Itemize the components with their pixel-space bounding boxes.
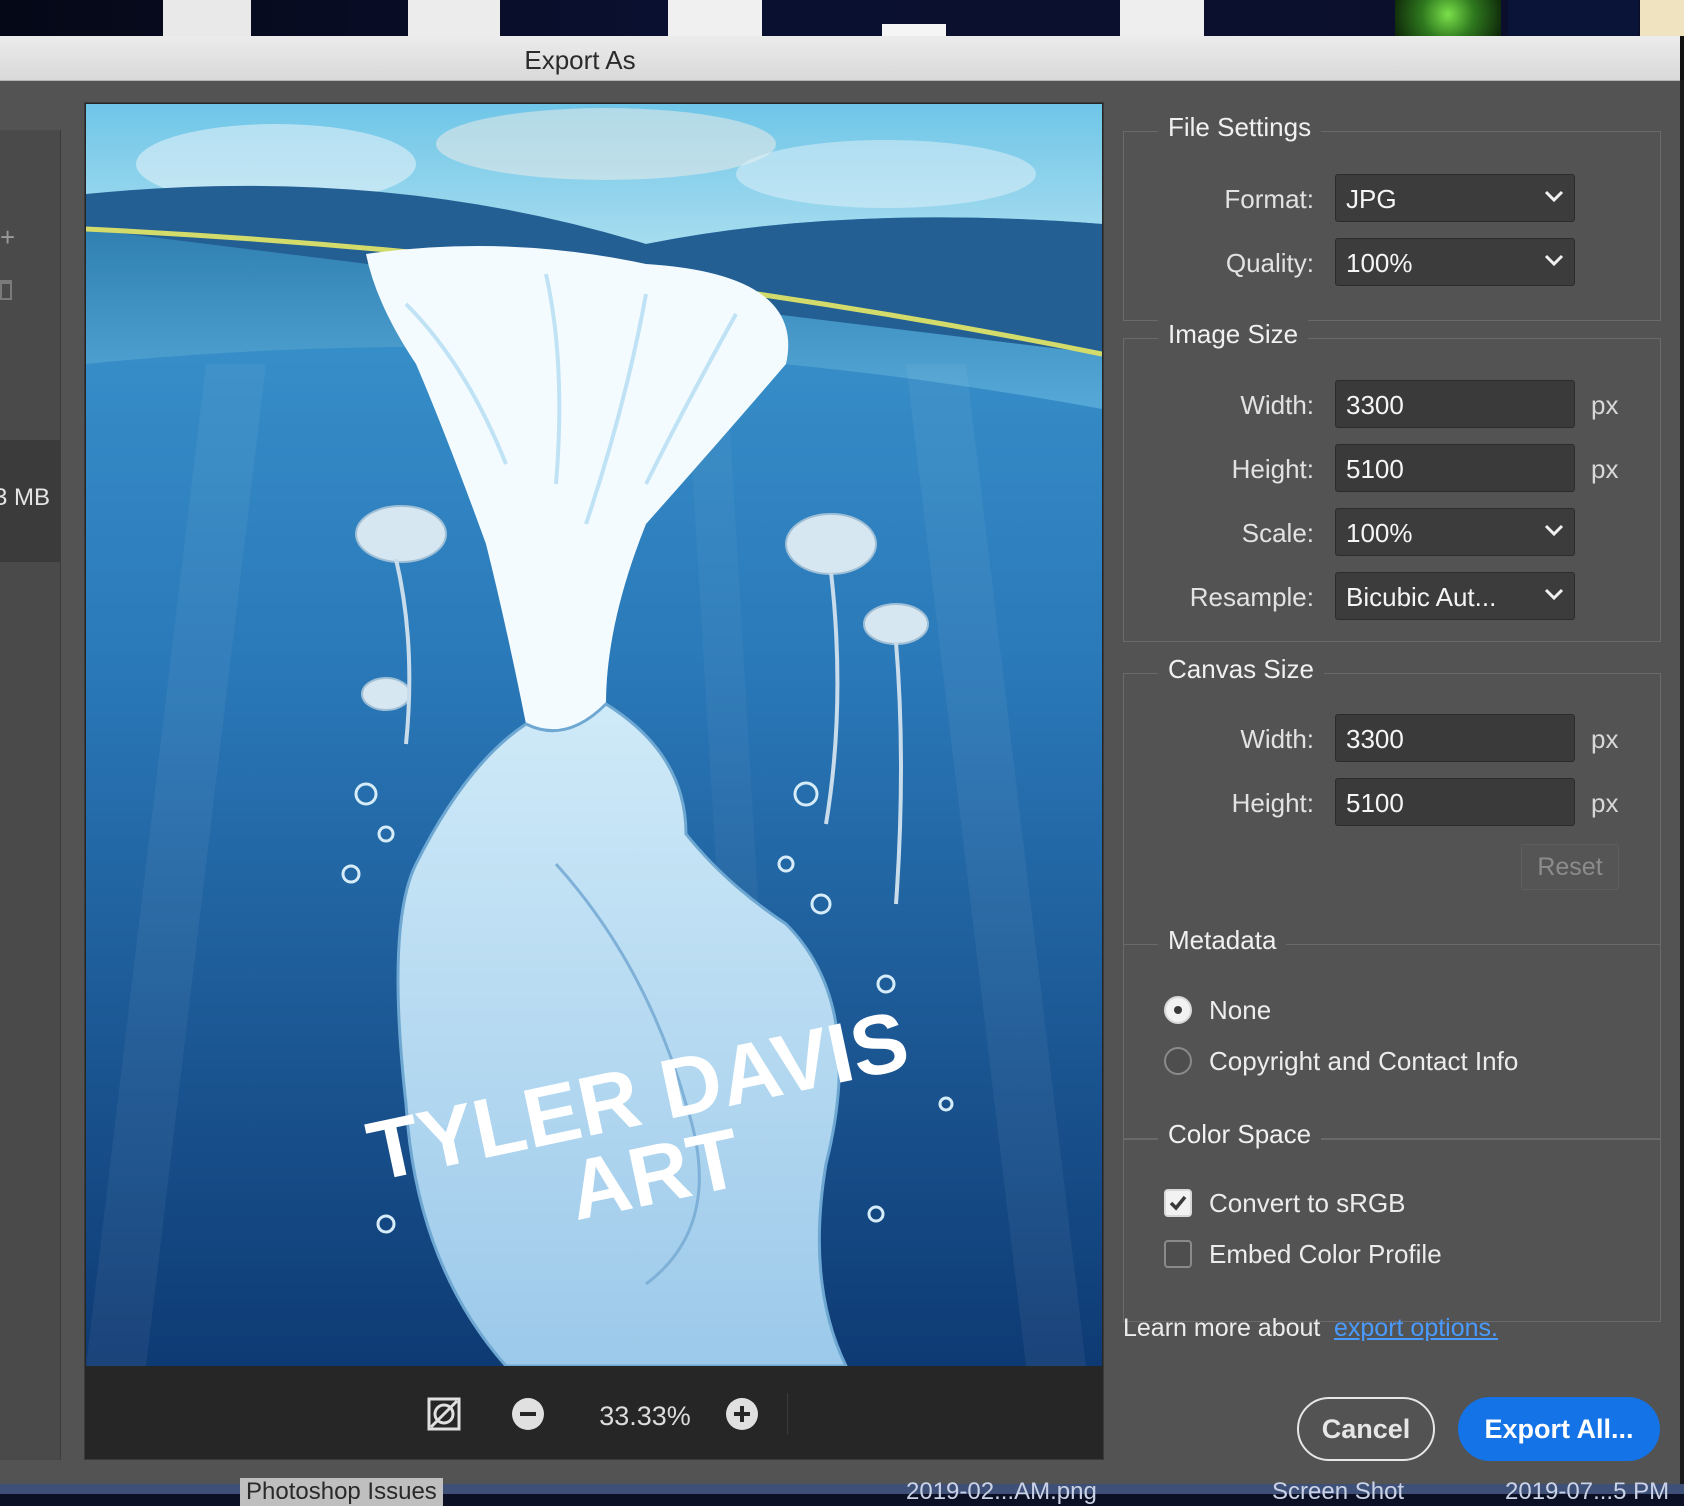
desktop-file-label[interactable]: Screen Shot: [1272, 1478, 1404, 1506]
canvas-size-group: Canvas Size Width: 3300 px Height: 5100 …: [1123, 654, 1661, 945]
desktop-file-label[interactable]: 2019-07...5 PM: [1505, 1478, 1669, 1506]
learn-more-text: Learn more about: [1123, 1314, 1321, 1342]
dialog-titlebar[interactable]: Export As: [0, 36, 1684, 81]
quality-value: 100%: [1346, 248, 1413, 278]
file-settings-title: File Settings: [1158, 112, 1322, 143]
resample-dropdown[interactable]: Bicubic Aut...: [1335, 572, 1575, 620]
cancel-button[interactable]: Cancel: [1297, 1397, 1435, 1461]
resample-value: Bicubic Aut...: [1346, 582, 1497, 612]
desktop-background-bottom: Photoshop Issues 2019-02...AM.png Screen…: [0, 1478, 1684, 1506]
asset-list-item[interactable]: 3 MB: [0, 440, 60, 562]
image-size-title: Image Size: [1158, 319, 1309, 350]
dialog-edge: [1680, 80, 1684, 1484]
chevron-down-icon: [1544, 190, 1564, 203]
desktop-thumbnail[interactable]: [1640, 0, 1684, 36]
image-width-value: 3300: [1346, 390, 1404, 420]
format-dropdown[interactable]: JPG: [1335, 174, 1575, 222]
canvas-size-title: Canvas Size: [1158, 654, 1324, 685]
chevron-down-icon: [1544, 588, 1564, 601]
metadata-copyright-label[interactable]: Copyright and Contact Info: [1209, 1046, 1518, 1077]
scale-value: 100%: [1346, 518, 1413, 548]
image-height-field[interactable]: 5100: [1335, 444, 1575, 492]
asset-sidebar: + 3 MB: [0, 130, 61, 1460]
preview-area: TYLER DAVIS ART 33.33%: [84, 102, 1104, 1460]
image-width-field[interactable]: 3300: [1335, 380, 1575, 428]
toggle-original-icon[interactable]: [427, 1397, 461, 1431]
dialog-title: Export As: [524, 45, 636, 75]
resample-label: Resample:: [1189, 582, 1314, 612]
quality-label: Quality:: [1225, 248, 1314, 278]
color-space-title: Color Space: [1158, 1119, 1322, 1150]
desktop-file-label[interactable]: Photoshop Issues: [240, 1478, 443, 1506]
canvas-width-value: 3300: [1346, 724, 1404, 754]
canvas-width-unit: px: [1591, 724, 1619, 754]
metadata-title: Metadata: [1158, 925, 1287, 956]
metadata-copyright-radio[interactable]: [1164, 1047, 1192, 1075]
format-value: JPG: [1346, 184, 1397, 214]
convert-srgb-label[interactable]: Convert to sRGB: [1209, 1188, 1406, 1219]
canvas-width-label: Width:: [1240, 724, 1314, 754]
image-height-value: 5100: [1346, 454, 1404, 484]
zoom-level: 33.33%: [599, 1401, 691, 1431]
image-width-label: Width:: [1240, 390, 1314, 420]
format-label: Format:: [1224, 184, 1314, 214]
desktop-thumbnail[interactable]: [1120, 0, 1204, 36]
chevron-down-icon: [1544, 254, 1564, 267]
desktop-thumbnail[interactable]: [408, 0, 500, 36]
desktop-thumbnail[interactable]: [163, 0, 251, 36]
zoom-out-icon[interactable]: [511, 1397, 545, 1431]
canvas-height-field[interactable]: 5100: [1335, 778, 1575, 826]
asset-file-size: 3 MB: [0, 484, 51, 511]
artwork-illustration: TYLER DAVIS ART: [86, 104, 1102, 1366]
quality-dropdown[interactable]: 100%: [1335, 238, 1575, 286]
titlebar-edge: [1680, 36, 1684, 80]
scale-dropdown[interactable]: 100%: [1335, 508, 1575, 556]
export-all-button[interactable]: Export All...: [1458, 1397, 1660, 1461]
trash-icon[interactable]: [0, 280, 12, 300]
preview-toolbar: 33.33%: [85, 1367, 1103, 1459]
embed-color-profile-label[interactable]: Embed Color Profile: [1209, 1239, 1442, 1270]
metadata-none-label[interactable]: None: [1209, 995, 1271, 1026]
color-space-group: Color Space Convert to sRGB Embed Color …: [1123, 1119, 1661, 1322]
add-asset-icon[interactable]: +: [0, 222, 15, 253]
chevron-down-icon: [1544, 524, 1564, 537]
desktop-thumbnail[interactable]: [1508, 0, 1638, 36]
desktop-thumbnail[interactable]: [882, 24, 946, 36]
export-as-dialog: Export As + 3 MB TYLER DAVIS ART 33.33% …: [0, 36, 1684, 1484]
canvas-width-field[interactable]: 3300: [1335, 714, 1575, 762]
canvas-height-unit: px: [1591, 788, 1619, 818]
convert-srgb-checkbox[interactable]: [1164, 1189, 1192, 1217]
desktop-background-top: [0, 0, 1684, 36]
file-settings-group: File Settings Format: JPG Quality: 100%: [1123, 112, 1661, 321]
metadata-none-radio[interactable]: [1164, 996, 1192, 1024]
checkmark-icon: [1169, 1195, 1187, 1211]
image-width-unit: px: [1591, 390, 1619, 420]
canvas-height-label: Height:: [1231, 788, 1314, 818]
export-options-link[interactable]: export options.: [1334, 1314, 1498, 1343]
desktop-file-label[interactable]: 2019-02...AM.png: [906, 1478, 1097, 1506]
image-height-label: Height:: [1231, 454, 1314, 484]
desktop-thumbnail[interactable]: [668, 0, 762, 36]
embed-color-profile-checkbox[interactable]: [1164, 1240, 1192, 1268]
scale-label: Scale:: [1241, 518, 1314, 548]
image-height-unit: px: [1591, 454, 1619, 484]
zoom-in-icon[interactable]: [725, 1397, 759, 1431]
canvas-height-value: 5100: [1346, 788, 1404, 818]
toolbar-divider: [787, 1393, 788, 1435]
metadata-group: Metadata None Copyright and Contact Info: [1123, 925, 1661, 1140]
reset-button[interactable]: Reset: [1521, 844, 1619, 890]
image-size-group: Image Size Width: 3300 px Height: 5100 p…: [1123, 319, 1661, 642]
artwork-preview-image[interactable]: TYLER DAVIS ART: [86, 104, 1102, 1366]
desktop-thumbnail[interactable]: [1395, 0, 1501, 36]
